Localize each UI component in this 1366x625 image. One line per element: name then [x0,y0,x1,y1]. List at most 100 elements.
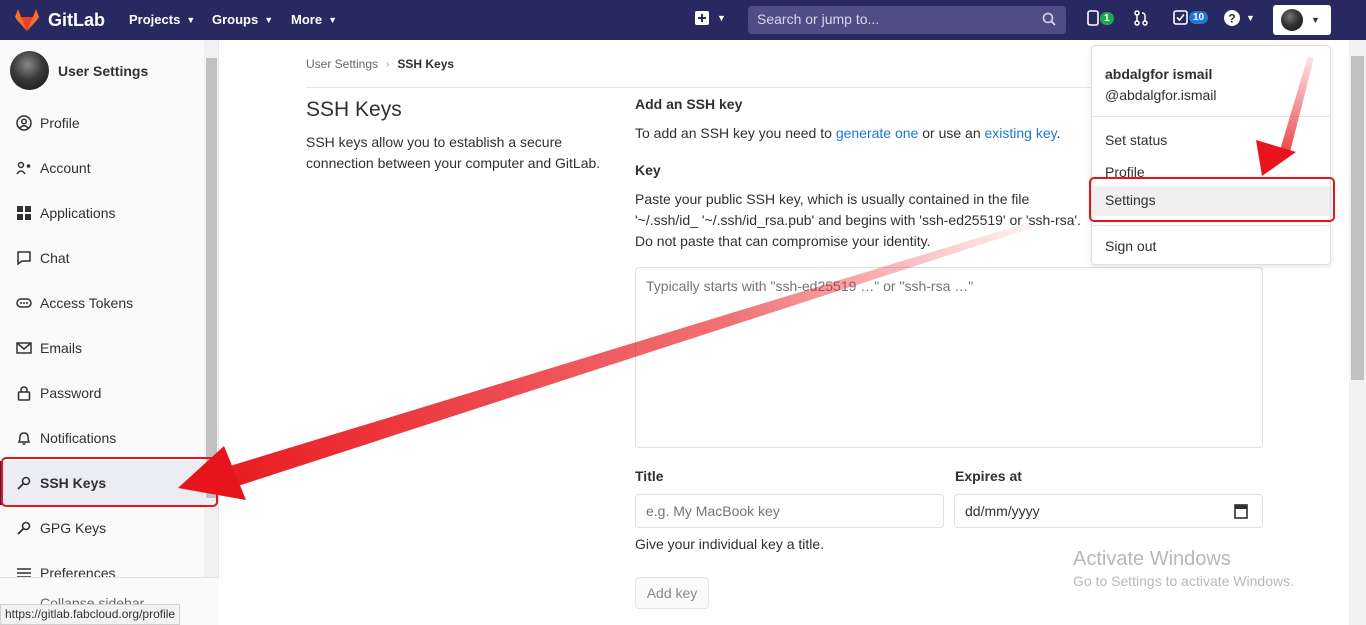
nav-more[interactable]: More ▼ [291,12,337,27]
menu-divider [1092,116,1330,117]
todos-count-badge: 10 [1189,11,1209,24]
avatar [1281,9,1303,31]
breadcrumb-current[interactable]: SSH Keys [397,57,454,71]
generate-one-link[interactable]: generate one [836,125,919,141]
sidebar-item-emails[interactable]: Emails [0,326,204,370]
add-key-heading: Add an SSH key [635,96,743,112]
chevron-down-icon: ▼ [328,14,337,25]
new-item-button[interactable]: ▼ [695,11,726,25]
token-icon [16,295,32,311]
sidebar-item-chat[interactable]: Chat [0,236,204,280]
top-navbar: GitLab Projects ▼ Groups ▼ More ▼ ▼ Search … [0,0,1366,40]
settings-sidebar: User Settings Profile Account Applicatio… [0,40,219,625]
instructions-text: To add an SSH key you need to [635,125,836,141]
sidebar-item-label: GPG Keys [40,520,107,536]
issues-icon [1087,10,1099,26]
sidebar-item-label: Notifications [40,430,117,446]
gitlab-logo[interactable]: GitLab [14,8,105,32]
chat-icon [16,250,32,266]
breadcrumb-parent[interactable]: User Settings [306,57,378,71]
user-handle[interactable]: @abdalgfor.ismail [1105,87,1217,103]
sidebar-item-access-tokens[interactable]: Access Tokens [0,281,204,325]
sidebar-item-gpg-keys[interactable]: GPG Keys [0,506,204,550]
page-scrollbar-thumb[interactable] [1351,56,1364,380]
menu-item-sign-out[interactable]: Sign out [1092,232,1330,262]
title-help-text: Give your individual key a title. [635,536,825,552]
sidebar-item-profile[interactable]: Profile [0,101,204,145]
page-title: SSH Keys [306,98,402,121]
sidebar-item-label: SSH Keys [40,475,107,491]
search-placeholder: Search or jump to... [757,11,880,27]
breadcrumb: User Settings › SSH Keys [306,57,454,71]
todo-check-icon [1173,10,1188,25]
existing-key-link[interactable]: existing key [985,125,1057,141]
search-input[interactable]: Search or jump to... [748,6,1066,34]
menu-item-settings[interactable]: Settings [1092,186,1330,216]
sidebar-item-applications[interactable]: Applications [0,191,204,235]
email-icon [16,340,32,356]
user-name[interactable]: abdalgfor ismail [1105,66,1212,82]
menu-divider [1092,225,1330,226]
avatar [10,51,49,90]
sidebar-item-password[interactable]: Password [0,371,204,415]
merge-request-icon [1134,10,1148,26]
sidebar-item-label: Password [40,385,102,401]
account-icon [16,160,32,176]
expires-date-input[interactable]: dd/mm/yyyy [954,494,1263,528]
sidebar-item-notifications[interactable]: Notifications [0,416,204,460]
lock-icon [16,385,32,401]
sidebar-header[interactable]: User Settings [10,51,148,90]
title-label: Title [635,468,664,484]
menu-item-set-status[interactable]: Set status [1092,126,1330,156]
sidebar-item-label: Chat [40,250,70,266]
sidebar-item-label: Emails [40,340,83,356]
nav-more-label: More [291,12,323,27]
key-help-text: Paste your public SSH key, which is usua… [635,191,1081,249]
chevron-down-icon: ▼ [1311,15,1320,25]
activate-windows-title: Activate Windows [1073,548,1231,570]
status-bar-url: https://gitlab.fabcloud.org/profile [0,604,181,625]
issues-button[interactable]: 1 [1087,10,1114,26]
help-button[interactable]: ? ▼ [1224,10,1255,26]
bell-icon [16,430,32,446]
help-icon: ? [1224,10,1240,26]
nav-projects-label: Projects [129,12,181,27]
chevron-down-icon: ▼ [186,14,196,25]
instructions-text: or use an [918,125,985,141]
key-icon [16,475,32,491]
todos-button[interactable]: 10 [1173,10,1209,25]
breadcrumb-divider [306,87,1106,88]
key-icon [16,520,32,536]
sidebar-nav: User Settings Profile Account Applicatio… [0,40,204,625]
sidebar-item-label: Account [40,160,91,176]
sidebar-item-ssh-keys[interactable]: SSH Keys [0,461,204,505]
key-textarea[interactable] [635,267,1263,448]
title-input[interactable] [635,494,944,528]
search-icon [1042,12,1056,26]
user-menu-button[interactable]: ▼ [1273,5,1331,35]
svg-text:?: ? [1228,12,1235,26]
issues-count-badge: 1 [1100,11,1114,25]
user-dropdown-menu: abdalgfor ismail @abdalgfor.ismail Set s… [1091,45,1331,265]
add-key-instructions: To add an SSH key you need to generate o… [635,125,1061,141]
tanuki-icon [15,9,39,31]
applications-icon [16,205,32,221]
nav-projects[interactable]: Projects ▼ [129,12,195,27]
calendar-icon[interactable] [1234,503,1248,519]
sidebar-scrollbar-thumb[interactable] [206,58,217,498]
brand-name: GitLab [48,9,105,30]
activate-windows-subtitle: Go to Settings to activate Windows. [1073,573,1294,589]
sidebar-item-label: Profile [40,115,80,131]
chevron-down-icon: ▼ [1246,13,1255,23]
menu-item-profile[interactable]: Profile [1092,158,1330,188]
key-label: Key [635,162,661,178]
nav-groups[interactable]: Groups ▼ [212,12,273,27]
page-description: SSH keys allow you to establish a secure… [306,134,601,171]
merge-requests-button[interactable] [1133,10,1149,26]
add-key-button[interactable]: Add key [635,577,709,609]
profile-icon [16,115,32,131]
sidebar-title: User Settings [58,62,149,79]
instructions-text: . [1056,125,1061,141]
chevron-right-icon: › [386,58,390,70]
sidebar-item-account[interactable]: Account [0,146,204,190]
